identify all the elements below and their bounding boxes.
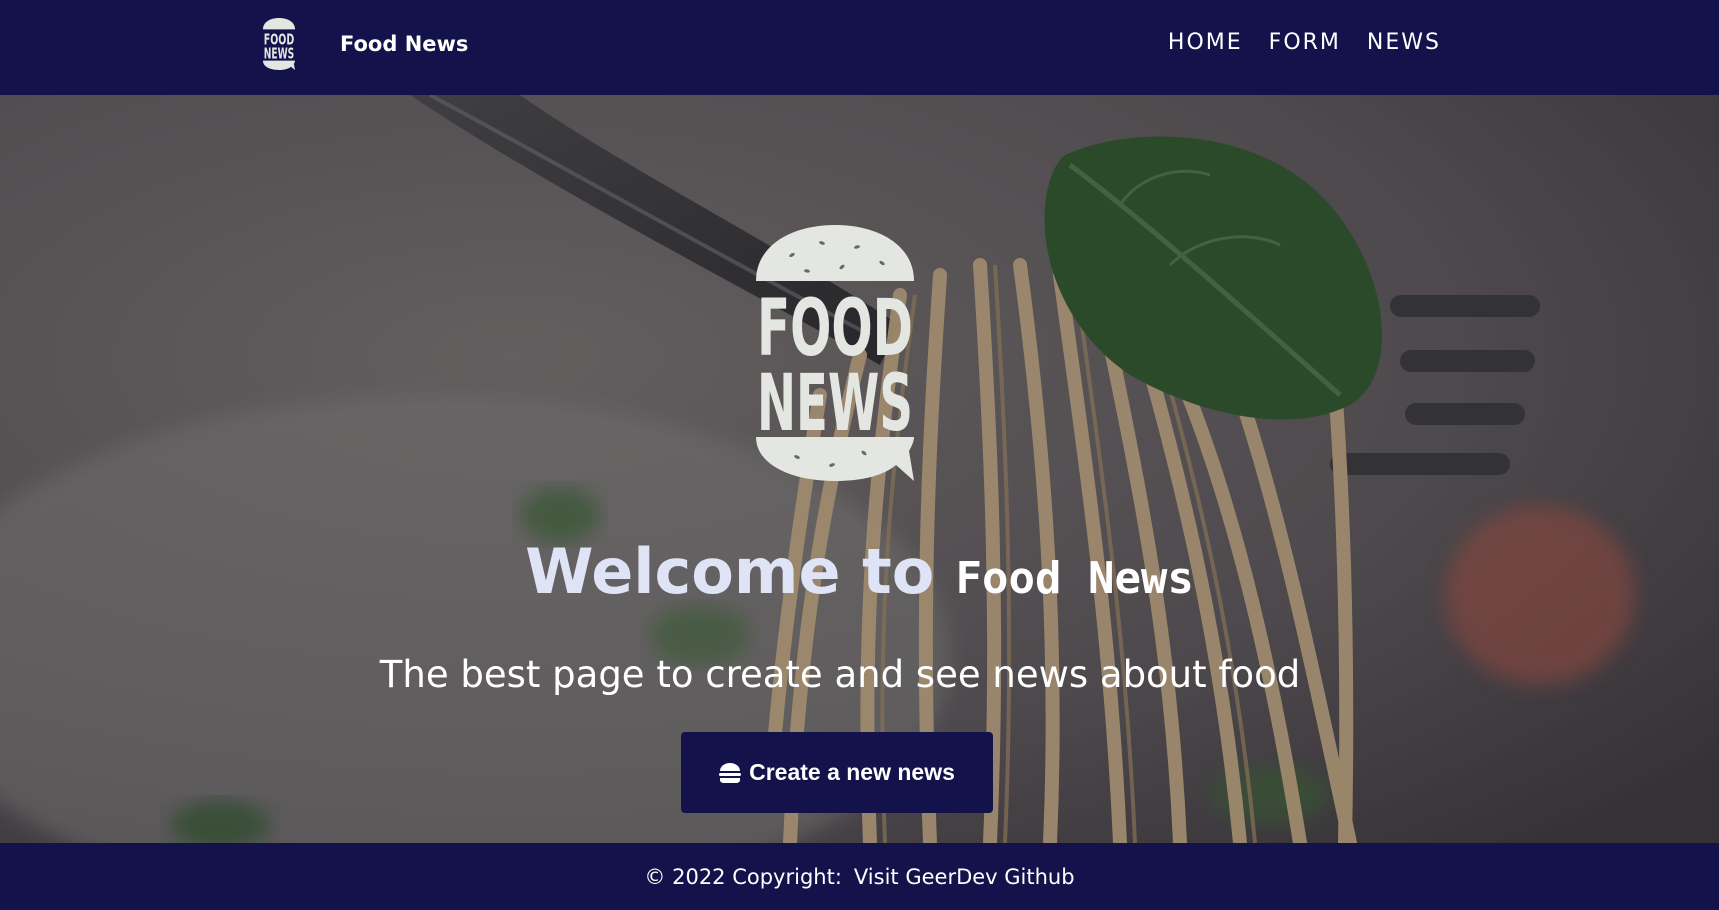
burger-icon [719,762,742,783]
create-news-button-label: Create a new news [749,759,955,785]
nav-link-form[interactable]: FORM [1269,30,1341,55]
svg-text:NEWS: NEWS [757,359,913,449]
food-news-logo-icon: FOOD NEWS [262,18,296,70]
food-news-hero-logo-icon: FOOD NEWS [756,225,914,481]
footer: © 2022 Copyright: Visit GeerDev Github [0,843,1719,910]
github-link[interactable]: Visit GeerDev Github [854,865,1075,889]
brand-name: Food News [340,32,469,56]
navbar: FOOD NEWS Food News HOME FORM NEWS [0,0,1719,95]
hero-title: Welcome to Food News [0,535,1719,608]
footer-copyright: © 2022 Copyright: [644,864,842,889]
hero-section: FOOD NEWS Welcome to Food News The best … [0,95,1719,843]
hero-title-brand: Food News [955,553,1194,604]
hero-subtitle: The best page to create and see news abo… [379,653,1301,696]
nav-link-news[interactable]: NEWS [1367,30,1441,55]
nav-links: HOME FORM NEWS [1168,30,1441,55]
nav-link-home[interactable]: HOME [1168,30,1243,55]
svg-text:NEWS: NEWS [264,46,294,63]
brand-link[interactable]: FOOD NEWS Food News [258,18,468,70]
create-news-button[interactable]: Create a new news [681,732,993,813]
hero-title-welcome: Welcome to [525,535,935,608]
